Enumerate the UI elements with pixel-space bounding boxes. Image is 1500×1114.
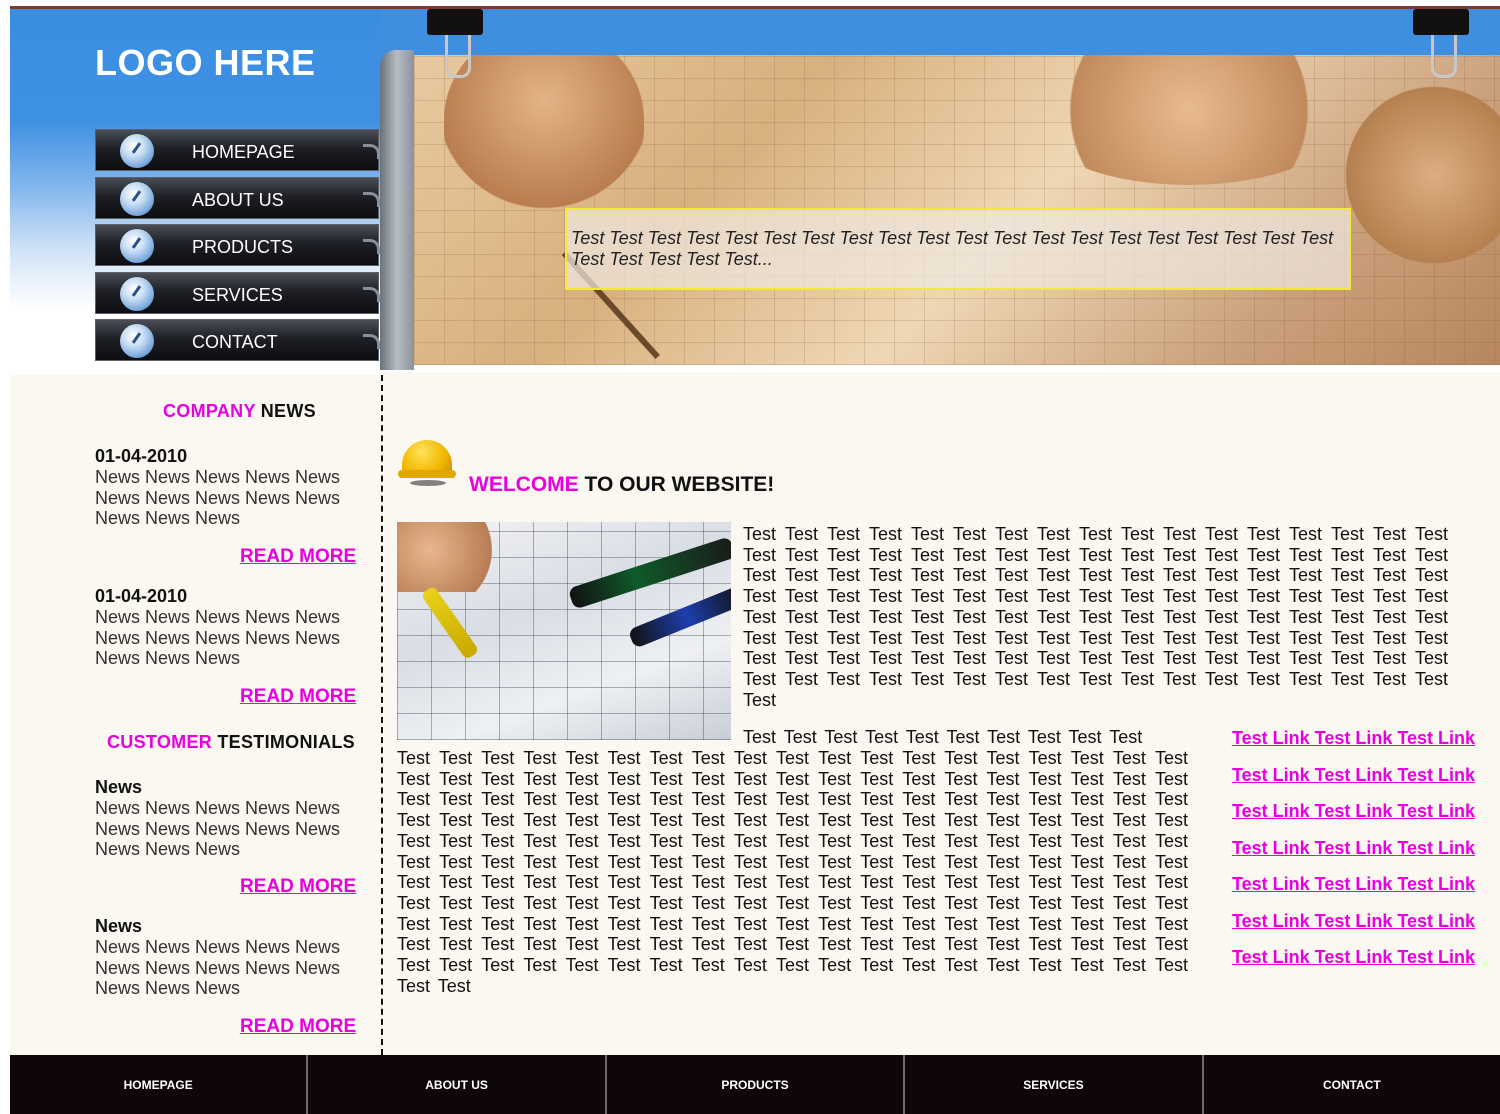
read-more-link[interactable]: READ MORE <box>240 1016 356 1038</box>
compass-icon <box>120 276 154 311</box>
test-link[interactable]: Test Link Test Link Test Link <box>1232 728 1482 765</box>
testimonial-body: News News News News News News News News … <box>95 798 341 860</box>
hard-hat-icon <box>398 440 456 488</box>
binder-ring-icon <box>363 144 380 159</box>
read-more-link[interactable]: READ MORE <box>240 686 356 708</box>
footer-about-us-link[interactable]: ABOUT US <box>308 1055 607 1114</box>
nav-services-button[interactable]: SERVICES <box>95 271 380 314</box>
heading-highlight: CUSTOMER <box>107 732 213 752</box>
heading-rest: TO OUR WEBSITE! <box>578 473 775 496</box>
link-list: Test Link Test Link Test Link Test Link … <box>1232 728 1482 984</box>
hard-hat-brim <box>398 470 456 478</box>
compass-icon <box>120 134 154 168</box>
column-divider <box>381 375 383 1055</box>
blueprint-photo <box>397 522 731 740</box>
nav-label: CONTACT <box>192 332 278 352</box>
nav-contact-button[interactable]: CONTACT <box>95 319 380 361</box>
nav-label: HOMEPAGE <box>192 142 295 162</box>
heading-highlight: WELCOME <box>469 473 579 496</box>
nav-label: PRODUCTS <box>192 237 294 257</box>
test-link[interactable]: Test Link Test Link Test Link <box>1232 801 1482 838</box>
company-news-heading: COMPANY NEWS <box>163 401 316 422</box>
welcome-heading: WELCOME TO OUR WEBSITE! <box>469 473 774 497</box>
testimonials-heading: CUSTOMER TESTIMONIALS <box>107 732 355 753</box>
test-link[interactable]: Test Link Test Link Test Link <box>1232 838 1482 875</box>
footer-homepage-link[interactable]: HOMEPAGE <box>10 1055 309 1114</box>
heading-highlight: COMPANY <box>163 401 256 421</box>
test-link[interactable]: Test Link Test Link Test Link <box>1232 874 1482 911</box>
nav-label: SERVICES <box>192 284 283 305</box>
logo[interactable]: LOGO HERE <box>95 42 316 84</box>
footer-products-link[interactable]: PRODUCTS <box>607 1055 906 1114</box>
binder-ring-icon <box>363 191 380 207</box>
compass-icon <box>120 229 154 263</box>
binder-ring-icon <box>363 286 380 302</box>
binder-clip-icon <box>1413 9 1469 78</box>
footer-nav: HOMEPAGE ABOUT US PRODUCTS SERVICES CONT… <box>10 1055 1500 1114</box>
news-body: News News News News News News News News … <box>95 607 341 669</box>
banner-caption: Test Test Test Test Test Test Test Test … <box>565 208 1351 290</box>
hand-illustration <box>444 55 644 215</box>
news-date: 01-04-2010 <box>95 586 188 606</box>
news-body: News News News News News News News News … <box>95 467 341 529</box>
intro-text: Test Test Test Test Test Test Test Test … <box>743 524 1448 710</box>
binder-clip-icon <box>427 9 483 78</box>
binder-ring-icon <box>363 239 380 254</box>
body-text: Test Test Test Test Test Test Test Test … <box>397 748 1188 996</box>
test-link[interactable]: Test Link Test Link Test Link <box>1232 911 1482 948</box>
binder-ring-icon <box>363 334 380 349</box>
body-text-first-line: Test Test Test Test Test Test Test Test … <box>743 727 1143 747</box>
read-more-link[interactable]: READ MORE <box>240 546 356 568</box>
test-link[interactable]: Test Link Test Link Test Link <box>1232 947 1482 984</box>
header-strip <box>380 9 1500 53</box>
test-link[interactable]: Test Link Test Link Test Link <box>1232 765 1482 802</box>
nav-homepage-button[interactable]: HOMEPAGE <box>95 129 380 171</box>
hard-hat-dome <box>402 440 452 474</box>
footer-services-link[interactable]: SERVICES <box>905 1055 1204 1114</box>
main-nav: HOMEPAGE ABOUT US PRODUCTS SERVICES CONT… <box>95 129 381 367</box>
footer-contact-link[interactable]: CONTACT <box>1204 1055 1500 1114</box>
testimonial-title: News <box>95 777 143 797</box>
nav-about-us-button[interactable]: ABOUT US <box>95 176 380 219</box>
heading-rest: NEWS <box>255 401 316 421</box>
hand-illustration <box>397 522 507 592</box>
read-more-link[interactable]: READ MORE <box>240 876 356 898</box>
news-date: 01-04-2010 <box>95 446 188 466</box>
nav-products-button[interactable]: PRODUCTS <box>95 224 380 266</box>
binder-spine <box>380 50 414 370</box>
hard-hat-shadow <box>410 480 446 486</box>
nav-label: ABOUT US <box>192 189 284 210</box>
compass-icon <box>120 181 154 216</box>
heading-rest: TESTIMONIALS <box>212 732 355 752</box>
testimonial-title: News <box>95 916 143 936</box>
compass-icon <box>120 324 154 358</box>
testimonial-body: News News News News News News News News … <box>95 937 341 999</box>
